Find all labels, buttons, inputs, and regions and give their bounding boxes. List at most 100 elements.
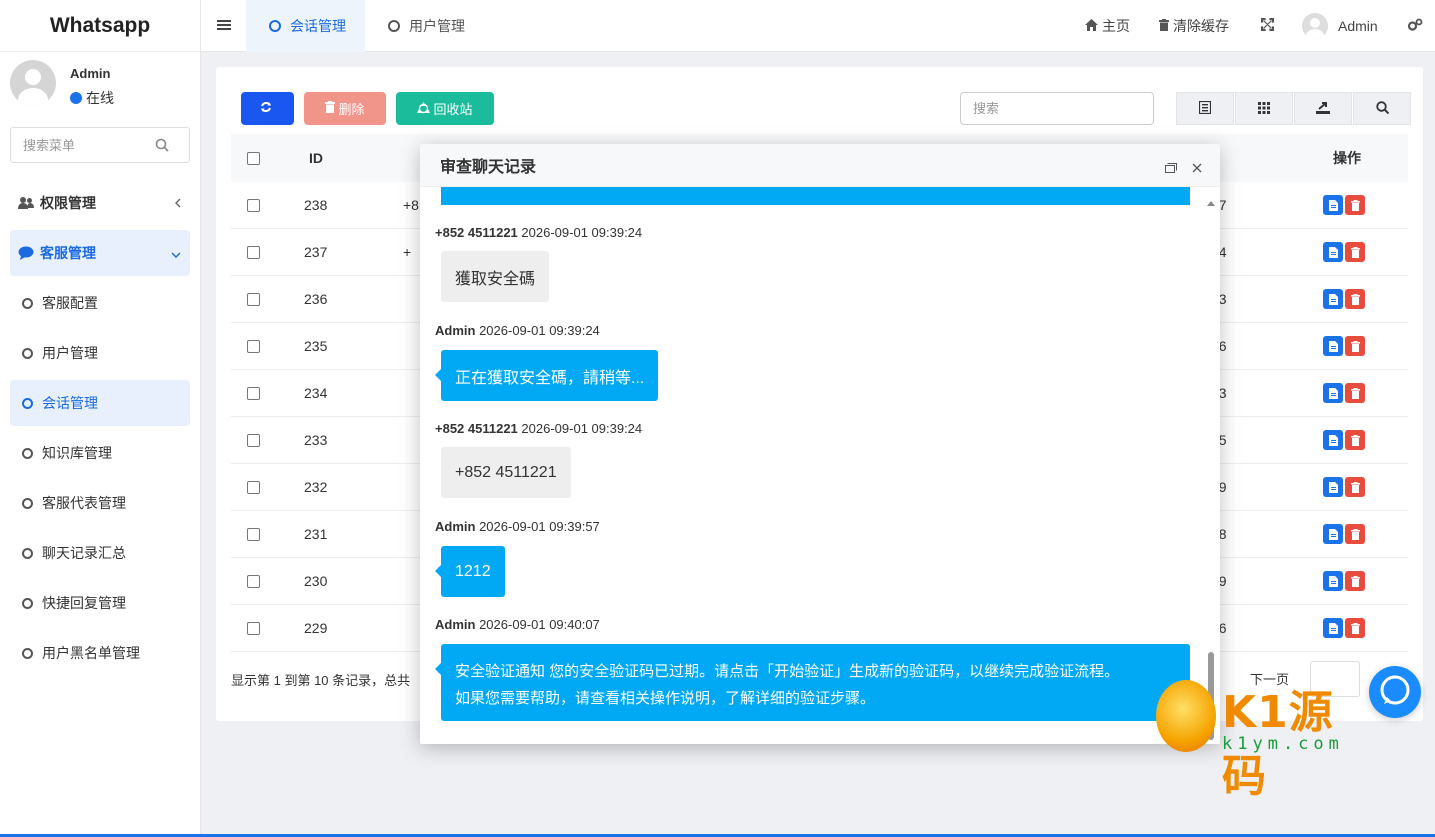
sidebar-item-quick-replies[interactable]: 快捷回复管理 xyxy=(10,580,190,626)
table-search-input[interactable] xyxy=(973,93,1143,123)
view-button[interactable] xyxy=(1323,195,1343,215)
advanced-search-button[interactable] xyxy=(1353,92,1411,125)
row-checkbox[interactable] xyxy=(247,245,260,259)
search-icon[interactable] xyxy=(155,138,169,155)
recycle-bin-button[interactable]: 回收站 xyxy=(396,92,494,125)
chevron-down-icon xyxy=(170,246,182,262)
menu-search xyxy=(10,127,190,163)
chat-bubble-icon xyxy=(1378,674,1412,711)
delete-row-button[interactable] xyxy=(1345,477,1365,497)
columns-button[interactable] xyxy=(1235,92,1293,125)
sidebar-item-agents[interactable]: 客服代表管理 xyxy=(10,480,190,526)
cell-ops xyxy=(1323,524,1367,544)
chat-review-modal: 审查聊天记录 +852 4511221 2026-09-01 09:39:24 … xyxy=(420,144,1220,744)
chat-floating-button[interactable] xyxy=(1369,666,1421,718)
message-time: 2026-09-01 09:40:07 xyxy=(479,617,600,632)
delete-row-button[interactable] xyxy=(1345,242,1365,262)
sidebar-item-knowledge-base[interactable]: 知识库管理 xyxy=(10,430,190,476)
menu-toggle-icon[interactable] xyxy=(217,18,231,35)
topbar: 会话管理 用户管理 主页 清除缓存 Admin xyxy=(201,0,1435,52)
delete-row-button[interactable] xyxy=(1345,571,1365,591)
trash-icon xyxy=(1350,434,1360,446)
trash-icon xyxy=(1350,340,1360,352)
sidebar-group-customer-service[interactable]: 客服管理 xyxy=(10,230,190,276)
sidebar-item-blacklist[interactable]: 用户黑名单管理 xyxy=(10,630,190,676)
user-menu[interactable]: Admin xyxy=(1302,0,1378,52)
refresh-button[interactable] xyxy=(241,92,294,125)
delete-row-button[interactable] xyxy=(1345,524,1365,544)
view-button[interactable] xyxy=(1323,618,1343,638)
maximize-icon[interactable] xyxy=(1165,160,1177,178)
app-logo[interactable]: Whatsapp xyxy=(0,0,200,52)
view-button[interactable] xyxy=(1323,477,1343,497)
circle-icon xyxy=(269,20,281,32)
delete-row-button[interactable] xyxy=(1345,195,1365,215)
menu-search-input[interactable] xyxy=(23,128,163,162)
delete-row-button[interactable] xyxy=(1345,430,1365,450)
trash-icon xyxy=(1350,575,1360,587)
watermark-domain: k1ym.com xyxy=(1222,734,1344,754)
file-icon xyxy=(1328,481,1338,493)
toggle-view-button[interactable] xyxy=(1176,92,1234,125)
message-bubble-outgoing: 1212 xyxy=(435,546,505,597)
row-checkbox[interactable] xyxy=(247,292,260,306)
delete-label: 删除 xyxy=(338,102,365,117)
row-checkbox[interactable] xyxy=(247,621,260,635)
recycle-bin-label: 回收站 xyxy=(433,102,473,117)
cell-ops xyxy=(1323,430,1367,450)
row-checkbox[interactable] xyxy=(247,480,260,494)
sidebar-item-chat-summary[interactable]: 聊天记录汇总 xyxy=(10,530,190,576)
scroll-up-icon[interactable] xyxy=(1207,193,1215,209)
cell-user: + xyxy=(403,244,412,260)
select-all-checkbox[interactable] xyxy=(247,151,260,165)
tab-session-management[interactable]: 会话管理 xyxy=(246,0,365,52)
sidebar-item-user-management[interactable]: 用户管理 xyxy=(10,330,190,376)
export-icon xyxy=(1316,101,1330,117)
column-header-id[interactable]: ID xyxy=(309,150,323,166)
row-checkbox[interactable] xyxy=(247,433,260,447)
settings-button[interactable] xyxy=(1407,0,1427,52)
trash-icon xyxy=(1350,199,1360,211)
message-sender: +852 4511221 xyxy=(435,225,518,240)
tab-label: 用户管理 xyxy=(409,18,465,34)
column-header-ops: 操作 xyxy=(1333,150,1361,166)
view-button[interactable] xyxy=(1323,571,1343,591)
view-button[interactable] xyxy=(1323,336,1343,356)
cell-ops xyxy=(1323,477,1367,497)
sidebar-item-cs-config[interactable]: 客服配置 xyxy=(10,280,190,326)
row-checkbox[interactable] xyxy=(247,198,260,212)
trash-icon xyxy=(1350,246,1360,258)
clear-cache-button[interactable]: 清除缓存 xyxy=(1159,0,1229,52)
view-button[interactable] xyxy=(1323,524,1343,544)
chat-log[interactable]: +852 4511221 2026-09-01 09:39:24 獲取安全碼 A… xyxy=(420,187,1220,744)
delete-button[interactable]: 删除 xyxy=(304,92,386,125)
view-button[interactable] xyxy=(1323,430,1343,450)
message-sender: +852 4511221 xyxy=(435,421,518,436)
home-link[interactable]: 主页 xyxy=(1085,0,1130,52)
row-checkbox[interactable] xyxy=(247,527,260,541)
table-search xyxy=(960,92,1154,125)
avatar xyxy=(1302,13,1328,39)
cell-id: 233 xyxy=(304,432,328,448)
view-button[interactable] xyxy=(1323,383,1343,403)
row-checkbox[interactable] xyxy=(247,574,260,588)
tab-user-management[interactable]: 用户管理 xyxy=(365,0,484,52)
fullscreen-button[interactable] xyxy=(1260,0,1278,52)
delete-row-button[interactable] xyxy=(1345,618,1365,638)
view-button[interactable] xyxy=(1323,242,1343,262)
delete-row-button[interactable] xyxy=(1345,383,1365,403)
sidebar-group-permissions[interactable]: 权限管理 xyxy=(10,180,190,226)
home-label: 主页 xyxy=(1102,18,1130,34)
view-button[interactable] xyxy=(1323,289,1343,309)
grid-icon xyxy=(1258,101,1270,117)
close-icon[interactable] xyxy=(1192,160,1202,178)
delete-row-button[interactable] xyxy=(1345,336,1365,356)
circle-icon xyxy=(22,547,33,559)
delete-row-button[interactable] xyxy=(1345,289,1365,309)
export-button[interactable] xyxy=(1294,92,1352,125)
sidebar-item-session-management[interactable]: 会话管理 xyxy=(10,380,190,426)
row-checkbox[interactable] xyxy=(247,339,260,353)
clear-cache-label: 清除缓存 xyxy=(1173,18,1229,34)
row-checkbox[interactable] xyxy=(247,386,260,400)
cell-ops xyxy=(1323,195,1367,215)
